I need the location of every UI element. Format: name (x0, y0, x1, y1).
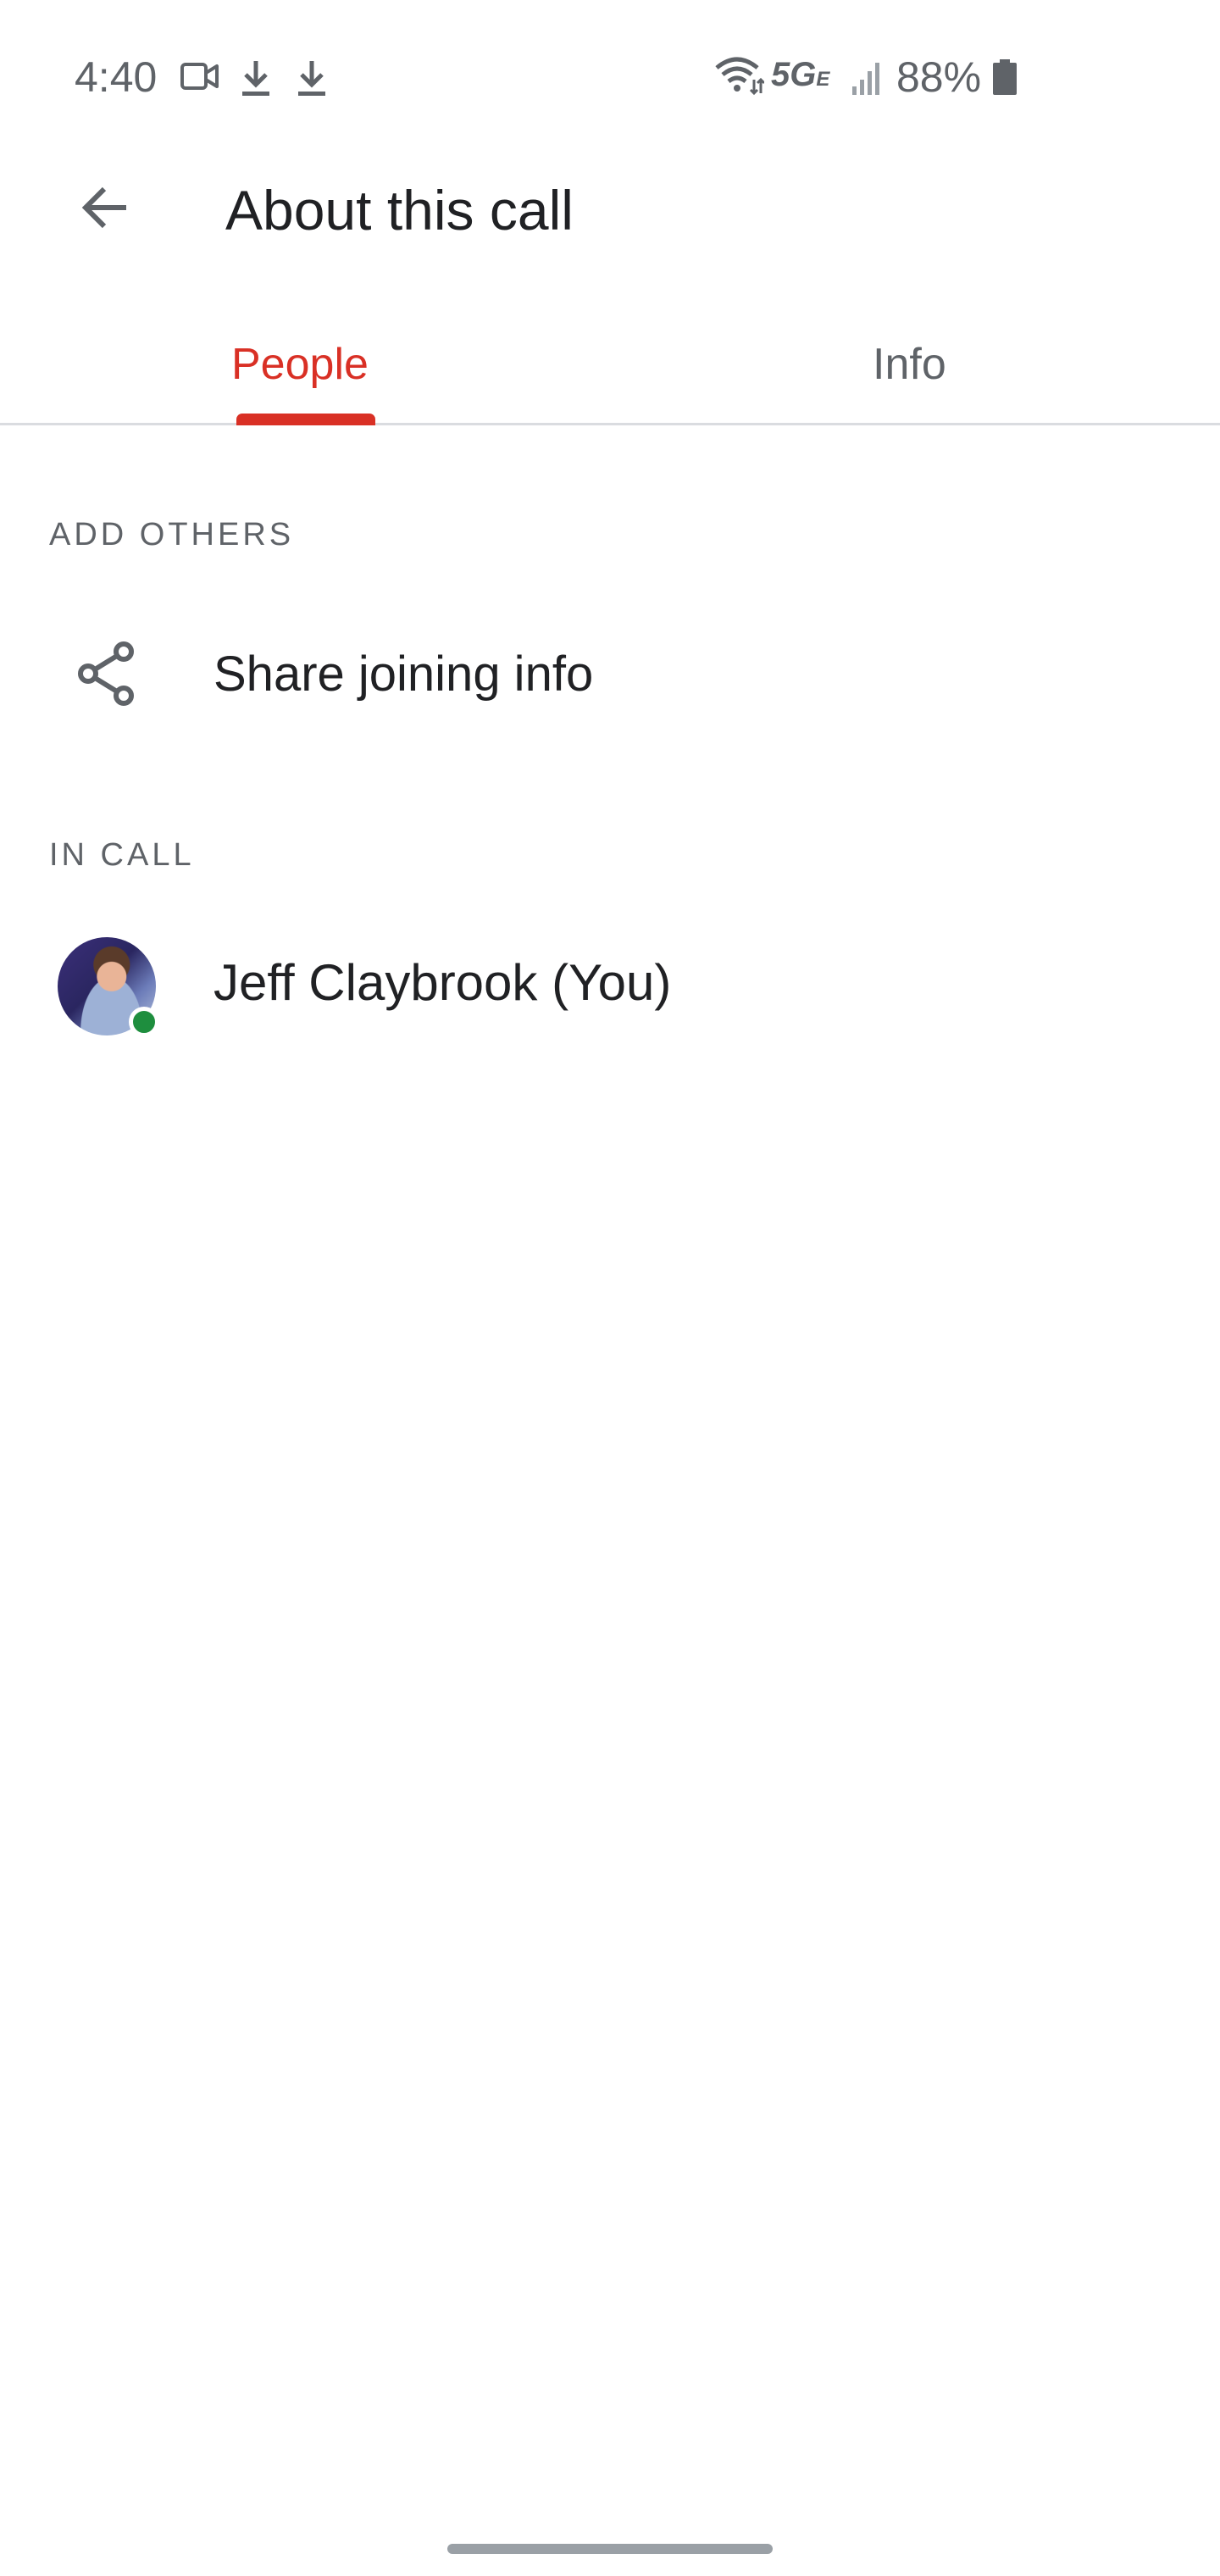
tab-info-label: Info (873, 339, 946, 389)
video-camera-icon (180, 58, 220, 99)
signal-icon (851, 59, 884, 101)
share-joining-info-label: Share joining info (214, 647, 594, 702)
back-button[interactable] (68, 169, 144, 246)
download-icon (295, 58, 329, 103)
share-joining-info-row[interactable]: Share joining info (0, 597, 1220, 750)
in-call-header: IN CALL (49, 837, 195, 873)
network-type: 5GE (771, 56, 830, 93)
about-this-call-screen: 4:40 5GE 88% About this call People Info… (0, 0, 1220, 2576)
tab-people[interactable]: People (68, 305, 542, 423)
status-time: 4:40 (75, 53, 158, 101)
share-icon (49, 616, 164, 731)
tab-bar: People Info (0, 305, 1220, 425)
page-title: About this call (225, 179, 574, 242)
tab-info[interactable]: Info (610, 305, 1220, 423)
add-others-header: ADD OTHERS (49, 517, 295, 552)
online-status-dot (129, 1007, 159, 1037)
tab-selected-indicator (236, 414, 375, 425)
battery-percent: 88% (896, 53, 982, 101)
download-icon (239, 58, 273, 103)
battery-icon (991, 59, 1018, 101)
wifi-icon (713, 54, 766, 101)
status-bar: 4:40 5GE 88% (0, 0, 1220, 153)
participant-name: Jeff Claybrook (You) (214, 954, 672, 1011)
tab-people-label: People (231, 339, 369, 389)
arrow-back-icon (81, 186, 126, 229)
home-indicator[interactable] (447, 2544, 773, 2554)
